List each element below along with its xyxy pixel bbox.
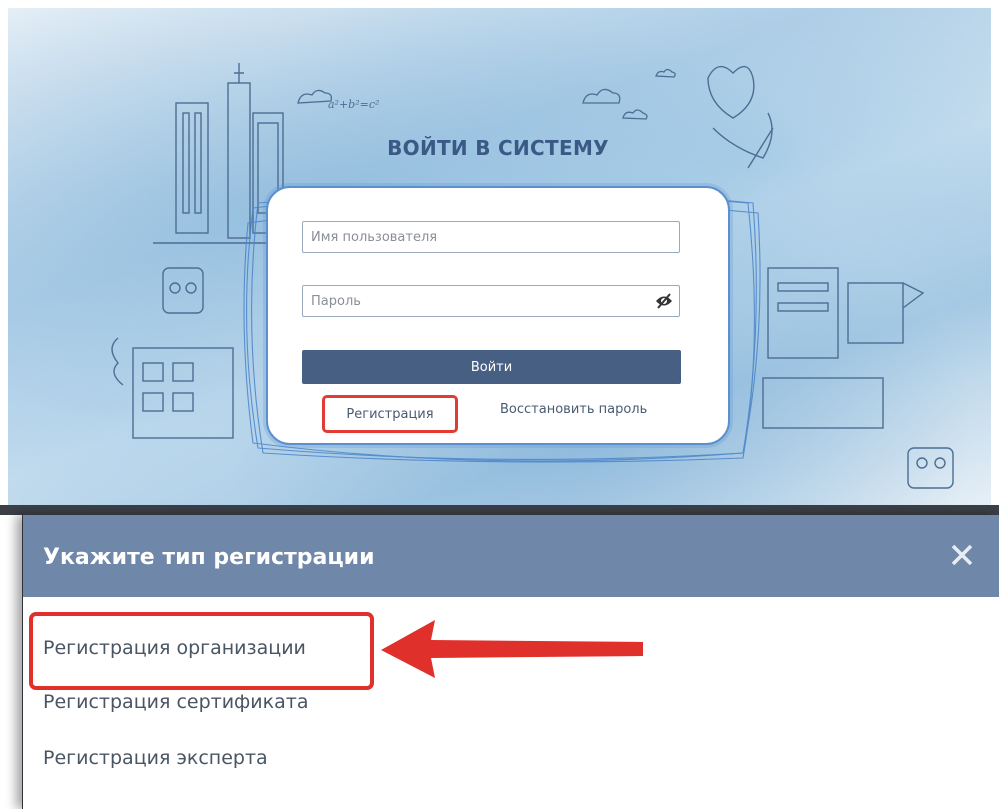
- screenshot-divider: [0, 505, 999, 515]
- username-input[interactable]: [303, 222, 641, 252]
- red-arrow-icon: [381, 620, 643, 678]
- left-buildings-doodle: [111, 63, 284, 439]
- register-organization-option[interactable]: Регистрация организации: [43, 637, 306, 659]
- login-button[interactable]: Войти: [302, 350, 681, 384]
- recover-password-link[interactable]: Восстановить пароль: [500, 402, 647, 417]
- modal-title: Укажите тип регистрации: [43, 545, 375, 570]
- register-link[interactable]: Регистрация: [322, 395, 458, 433]
- close-icon[interactable]: [948, 541, 976, 569]
- modal-header: Укажите тип регистрации: [23, 515, 999, 597]
- password-input[interactable]: [303, 286, 641, 316]
- registration-type-modal: Укажите тип регистрации Регистрация орга…: [22, 515, 999, 809]
- register-certificate-option[interactable]: Регистрация сертификата: [43, 691, 308, 713]
- username-field[interactable]: [302, 221, 680, 253]
- clouds-doodle: [297, 68, 676, 120]
- formula-doodle: a²+b²=c²: [328, 98, 379, 111]
- login-title: ВОЙТИ В СИСТЕМУ: [387, 136, 609, 160]
- register-link-label: Регистрация: [346, 406, 434, 422]
- right-buildings-doodle: [707, 65, 954, 489]
- eye-slash-icon[interactable]: [655, 292, 673, 310]
- password-field[interactable]: [302, 285, 680, 317]
- register-expert-option[interactable]: Регистрация эксперта: [43, 747, 268, 769]
